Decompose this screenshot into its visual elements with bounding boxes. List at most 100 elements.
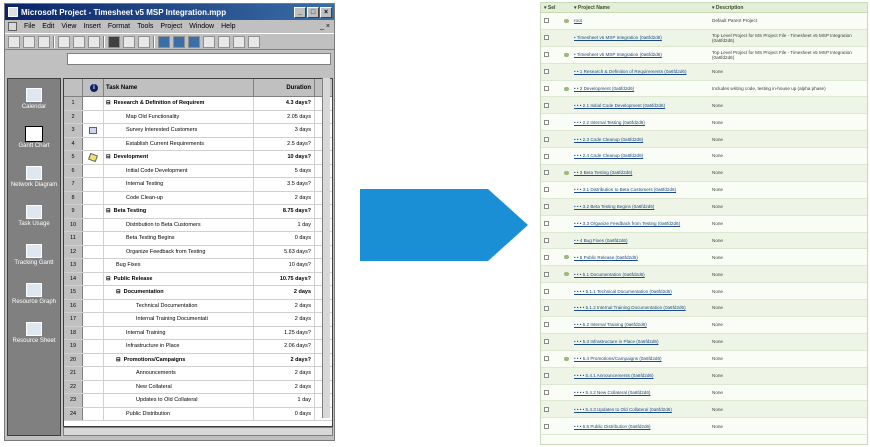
task-id[interactable]: 9 — [64, 205, 83, 218]
view-calendar[interactable]: Calendar — [8, 79, 60, 118]
select-checkbox[interactable] — [544, 373, 549, 379]
task-name-cell[interactable]: ⊟ Public Release — [104, 272, 254, 285]
paste-icon[interactable] — [138, 35, 150, 48]
task-id[interactable]: 8 — [64, 191, 83, 204]
task-name-cell[interactable]: Code Clean-up — [104, 191, 254, 204]
task-id[interactable]: 2 — [64, 110, 83, 123]
task-duration[interactable]: 0 days — [254, 232, 315, 245]
project-name-link[interactable]: • • 5 Public Release (0a6fd2d6) — [571, 249, 709, 265]
menu-tools[interactable]: Tools — [137, 23, 153, 30]
help-icon[interactable] — [248, 35, 260, 48]
task-duration[interactable]: 2 days — [254, 313, 315, 326]
task-name-cell[interactable]: Establish Current Requirements — [104, 137, 254, 150]
view-tracking-gantt[interactable]: Tracking Gantt — [8, 235, 60, 274]
attachment-icon[interactable] — [564, 86, 569, 91]
minimize-button[interactable]: _ — [294, 6, 306, 18]
task-row[interactable]: 17 Internal Training Documentati 2 days — [64, 313, 332, 327]
document-window-controls[interactable]: _ × — [320, 23, 330, 30]
menu-file[interactable]: File — [24, 23, 35, 30]
menu-window[interactable]: Window — [189, 23, 214, 30]
task-row[interactable]: 20 ⊟ Promotions/Campaigns 2 days? — [64, 353, 332, 367]
task-duration[interactable]: 2 days — [254, 286, 315, 299]
task-row[interactable]: 13 Bug Fixes 10 days? — [64, 259, 332, 273]
task-duration[interactable]: 2.05 days — [254, 110, 315, 123]
maximize-button[interactable]: □ — [307, 6, 319, 18]
task-name-cell[interactable]: ⊟ Beta Testing — [104, 205, 254, 218]
task-id[interactable]: 1 — [64, 97, 83, 110]
project-name-link[interactable]: • Timesheet v5 MSP Integration (0a6fd2d6… — [571, 30, 709, 46]
select-checkbox[interactable] — [544, 356, 549, 362]
select-checkbox[interactable] — [544, 204, 549, 210]
task-id[interactable]: 23 — [64, 394, 83, 407]
task-name-cell[interactable]: Infrastructure in Place — [104, 340, 254, 353]
task-name-cell[interactable]: Technical Documentation — [104, 299, 254, 312]
select-checkbox[interactable] — [544, 390, 549, 396]
menu-insert[interactable]: Insert — [83, 23, 101, 30]
task-id[interactable]: 24 — [64, 407, 83, 420]
task-row[interactable]: 9 ⊟ Beta Testing 8.75 days? — [64, 205, 332, 219]
select-checkbox[interactable] — [544, 69, 549, 75]
notes-icon[interactable] — [218, 35, 230, 48]
task-name-cell[interactable]: Map Old Functionality — [104, 110, 254, 123]
project-name-link[interactable]: • • • • 5.1.1 Technical Documentation (0… — [571, 283, 709, 299]
select-checkbox[interactable] — [544, 86, 549, 91]
task-duration[interactable]: 1.25 days? — [254, 326, 315, 339]
attachment-icon[interactable] — [564, 170, 569, 175]
task-row[interactable]: 18 Internal Training 1.25 days? — [64, 326, 332, 340]
task-duration[interactable]: 2 days — [254, 380, 315, 393]
link-tasks-icon[interactable] — [158, 35, 170, 48]
print-preview-icon[interactable] — [73, 35, 85, 48]
task-name-cell[interactable]: ⊟ Documentation — [104, 286, 254, 299]
task-id[interactable]: 17 — [64, 313, 83, 326]
task-duration[interactable]: 5 days — [254, 164, 315, 177]
project-name-link[interactable]: • • • 5.2 Internal Training (0a6fd2d6) — [571, 317, 709, 333]
task-duration[interactable]: 2.06 days? — [254, 340, 315, 353]
project-name-link[interactable]: • • 2 Development (0a6fd2d6) — [571, 81, 709, 97]
header-description[interactable]: ▾ Description — [709, 3, 867, 12]
project-name-link[interactable]: • • • 3.2 Beta Testing Begins (0a6fd2d6) — [571, 199, 709, 215]
select-checkbox[interactable] — [544, 187, 549, 193]
task-row[interactable]: 10 Distribution to Beta Customers 1 day — [64, 218, 332, 232]
select-checkbox[interactable] — [544, 102, 549, 108]
task-duration[interactable]: 5.63 days? — [254, 245, 315, 258]
task-name-cell[interactable]: ⊟ Promotions/Campaigns — [104, 353, 254, 366]
assign-resources-icon[interactable] — [233, 35, 245, 48]
task-id[interactable]: 21 — [64, 367, 83, 380]
task-name-cell[interactable]: ⊟ Development — [104, 151, 254, 164]
header-duration[interactable]: Duration — [254, 79, 315, 96]
task-id[interactable]: 7 — [64, 178, 83, 191]
collapse-icon[interactable]: ⊟ — [116, 357, 121, 363]
task-row[interactable]: 16 Technical Documentation 2 days — [64, 299, 332, 313]
task-row[interactable]: 4 Establish Current Requirements 2.5 days? — [64, 137, 332, 151]
task-row[interactable]: 21 Announcements 2 days — [64, 367, 332, 381]
collapse-icon[interactable]: ⊟ — [106, 154, 111, 160]
select-checkbox[interactable] — [544, 254, 549, 260]
task-id[interactable]: 4 — [64, 137, 83, 150]
close-button[interactable]: × — [320, 6, 332, 18]
task-row[interactable]: 8 Code Clean-up 2 days — [64, 191, 332, 205]
task-information-icon[interactable] — [203, 35, 215, 48]
select-checkbox[interactable] — [544, 288, 549, 294]
project-name-link[interactable]: • • • 2.3 Code Cleanup (0a6fd2d6) — [571, 131, 709, 147]
view-task-usage[interactable]: Task Usage — [8, 196, 60, 235]
select-checkbox[interactable] — [544, 339, 549, 345]
attachment-icon[interactable] — [564, 52, 569, 57]
select-checkbox[interactable] — [544, 52, 549, 58]
task-id[interactable]: 18 — [64, 326, 83, 339]
task-row[interactable]: 3 Survey Interested Customers 3 days — [64, 124, 332, 138]
attachment-icon[interactable] — [564, 356, 569, 361]
select-checkbox[interactable] — [544, 406, 549, 412]
project-name-link[interactable]: • • • 2.2 Internal Testing (0a6fd2d6) — [571, 114, 709, 130]
task-name-cell[interactable]: Survey Interested Customers — [104, 124, 254, 137]
new-icon[interactable] — [8, 35, 20, 48]
task-id[interactable]: 10 — [64, 218, 83, 231]
project-name-link[interactable]: • • • 5.1 Documentation (0a6fd2d6) — [571, 266, 709, 282]
task-row[interactable]: 23 Updates to Old Collateral 1 day — [64, 394, 332, 408]
open-icon[interactable] — [23, 35, 35, 48]
project-name-link[interactable]: • Timesheet v5 MSP Integration (0a6fd2d6… — [571, 47, 709, 63]
task-row[interactable]: 24 Public Distribution 0 days — [64, 407, 332, 421]
task-duration[interactable]: 2 days — [254, 191, 315, 204]
project-name-link[interactable]: • • • 5.4 Promotions/Campaigns (0a6fd2d6… — [571, 351, 709, 367]
task-name-cell[interactable]: Updates to Old Collateral — [104, 394, 254, 407]
select-checkbox[interactable] — [544, 423, 549, 429]
